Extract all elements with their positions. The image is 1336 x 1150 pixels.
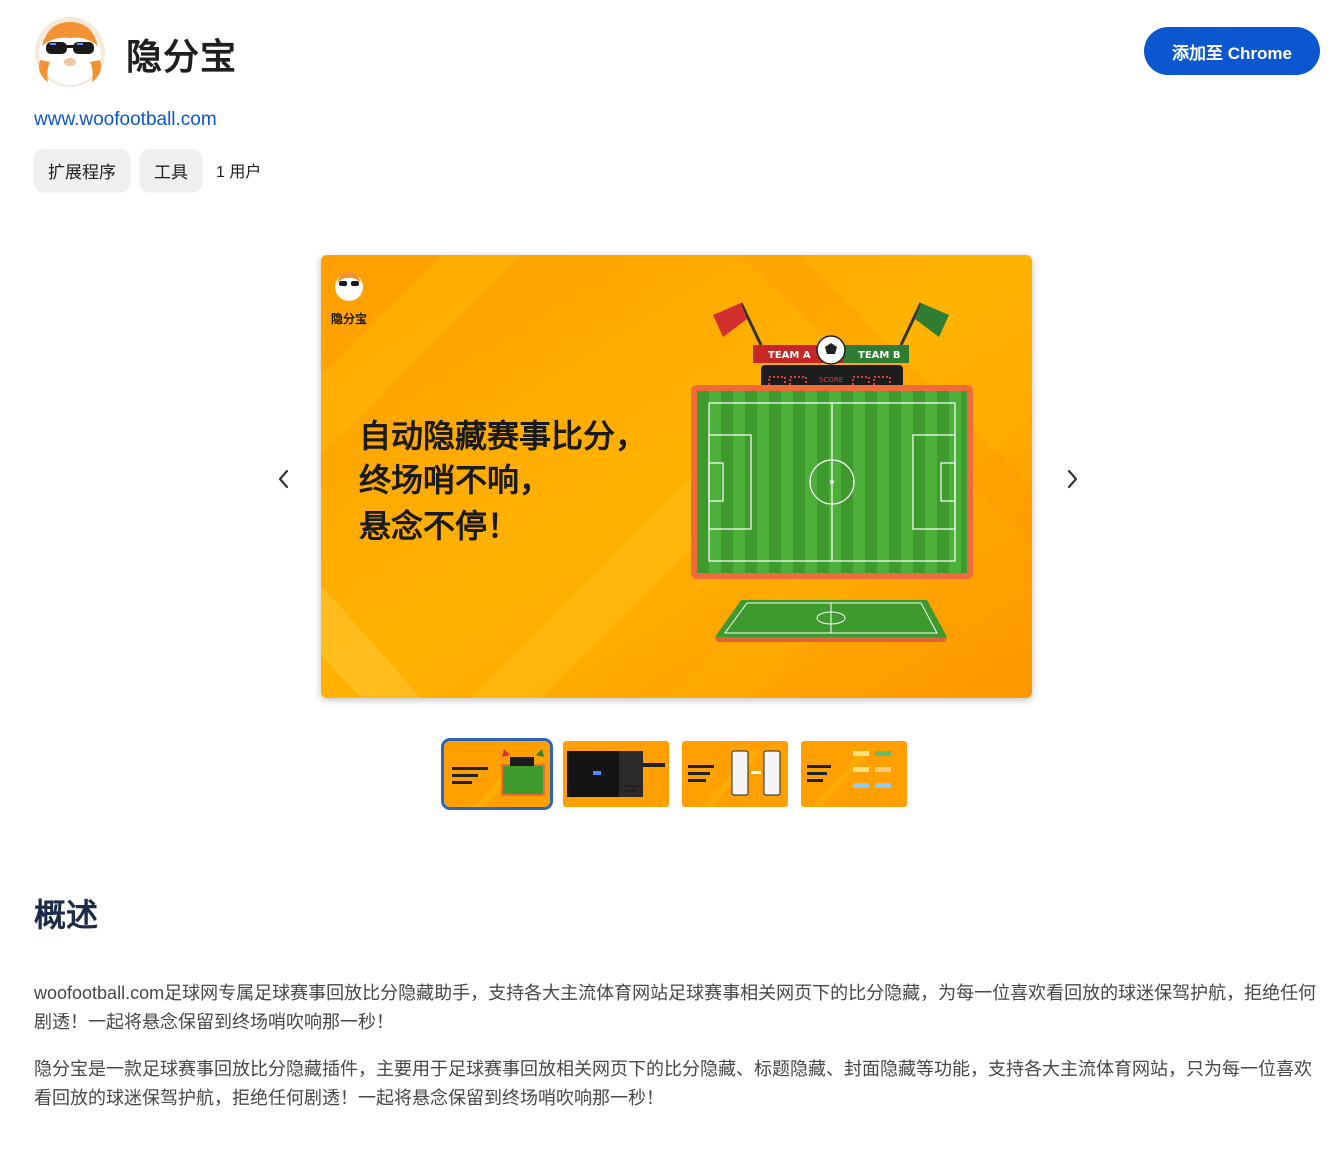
banner-headline-2: 终场哨不响， [359,461,551,499]
chip-tools[interactable]: 工具 [140,149,202,191]
thumbnail-strip [441,738,907,810]
team-a-label: TEAM A [768,350,811,361]
app-title: 隐分宝 [126,36,238,77]
banner-logo-text: 隐分宝 [331,311,367,326]
mascot-logo-icon [35,17,105,87]
category-chips: 扩展程序 工具 1 用户 [34,149,261,191]
carousel-prev-button[interactable] [268,463,300,495]
banner-headline-1: 自动隐藏赛事比分， [359,417,647,455]
developer-site-link[interactable]: www.woofootball.com [34,109,217,131]
team-b-label: TEAM B [858,350,900,361]
thumbnail-1[interactable] [441,738,553,810]
overview-heading: 概述 [34,897,99,933]
chevron-right-icon [1067,469,1078,489]
overview-paragraph-1: woofootball.com足球网专属足球赛事回放比分隐藏助手，支持各大主流体… [34,983,1317,1032]
score-label: SCORE [819,376,843,384]
thumbnail-4[interactable] [801,741,907,807]
soccer-ball-icon [816,335,846,365]
thumbnail-3[interactable] [682,741,788,807]
thumbnail-2[interactable] [563,741,669,807]
add-to-chrome-button[interactable]: 添加至 Chrome [1144,27,1320,75]
banner-headline-3: 悬念不停！ [359,507,519,545]
screenshot-carousel: 隐分宝 自动隐藏赛事比分， 终场哨不响， 悬念不停！ TEAM A TEAM B… [321,255,1032,698]
promo-banner: 隐分宝 自动隐藏赛事比分， 终场哨不响， 悬念不停！ TEAM A TEAM B… [321,255,1032,698]
chip-extensions[interactable]: 扩展程序 [34,149,130,191]
extension-header: 隐分宝 添加至 Chrome [34,14,1324,87]
chevron-left-icon [278,469,289,489]
overview-paragraph-2: 隐分宝是一款足球赛事回放比分隐藏插件，主要用于足球赛事回放相关网页下的比分隐藏、… [34,1059,1312,1108]
carousel-next-button[interactable] [1056,463,1088,495]
user-count: 1 用户 [216,164,262,181]
